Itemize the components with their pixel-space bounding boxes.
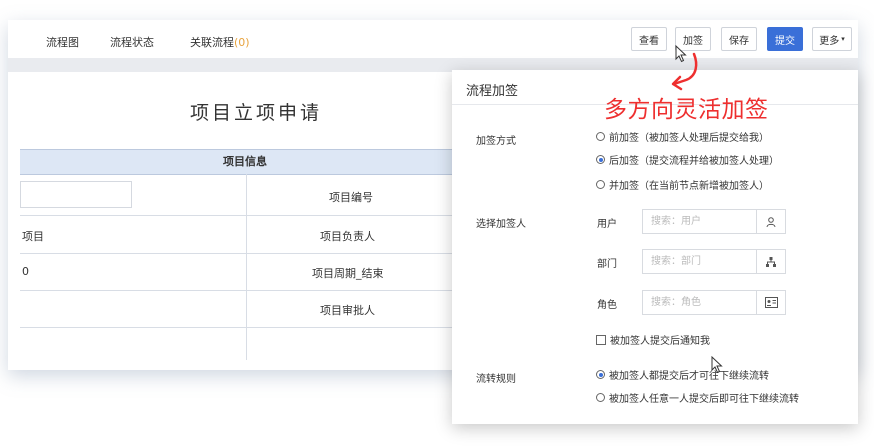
user-search-input[interactable] — [643, 210, 755, 233]
radio-label: 被加签人都提交后才可往下继续流转 — [609, 371, 769, 382]
table-cell: 项目 — [22, 230, 44, 243]
more-dropdown[interactable]: 更多 ▾ — [812, 27, 852, 51]
radio-circle — [596, 132, 605, 141]
related-flows-count: (0) — [234, 36, 250, 49]
radio-circle-checked — [596, 370, 605, 379]
mouse-cursor-icon — [675, 45, 687, 63]
department-search-field[interactable] — [642, 249, 786, 274]
mouse-cursor-icon — [711, 356, 723, 374]
table-row-divider — [20, 215, 470, 216]
table-cell: 0 — [22, 265, 29, 278]
user-picker-label: 用户 — [597, 219, 617, 230]
chevron-down-icon: ▾ — [841, 35, 845, 43]
field-label-project-owner: 项目负责人 — [320, 230, 375, 243]
radio-label: 被加签人任意一人提交后即可往下继续流转 — [609, 394, 799, 405]
radio-label: 前加签（被加签人处理后提交给我） — [609, 133, 769, 144]
field-label-project-number: 项目编号 — [329, 191, 373, 204]
page-title: 项目立项申请 — [190, 102, 323, 124]
tab-flow-status[interactable]: 流程状态 — [110, 34, 154, 50]
radio-circle — [596, 180, 605, 189]
field-label-project-end: 项目周期_结束 — [312, 267, 384, 280]
department-search-input[interactable] — [643, 250, 755, 273]
table-row-divider — [20, 253, 470, 254]
tab-related-flows-label: 关联流程 — [190, 36, 234, 49]
radio-label: 并加签（在当前节点新增被加签人） — [609, 181, 769, 192]
radio-circle — [596, 393, 605, 402]
more-label: 更多 — [819, 35, 840, 47]
table-row-divider — [20, 290, 470, 291]
tab-related-flows[interactable]: 关联流程(0) — [190, 34, 250, 50]
id-card-icon[interactable] — [756, 291, 785, 314]
dialog-title: 流程加签 — [466, 84, 519, 99]
department-picker-label: 部门 — [597, 259, 617, 270]
method-label: 加签方式 — [476, 136, 516, 147]
radio-any-submit[interactable]: 被加签人任意一人提交后即可往下继续流转 — [596, 390, 799, 405]
radio-before-countersign[interactable]: 前加签（被加签人处理后提交给我） — [596, 129, 769, 144]
role-search-field[interactable] — [642, 290, 786, 315]
tab-flowchart[interactable]: 流程图 — [46, 34, 79, 50]
radio-circle-checked — [596, 155, 605, 164]
role-picker-label: 角色 — [597, 300, 617, 311]
checkbox-box — [596, 334, 606, 345]
notify-me-checkbox[interactable]: 被加签人提交后通知我 — [596, 332, 710, 347]
form-value-input[interactable] — [20, 181, 132, 208]
user-icon[interactable] — [756, 210, 785, 233]
radio-label: 后加签（提交流程并给被加签人处理） — [609, 156, 779, 167]
user-search-field[interactable] — [642, 209, 786, 234]
radio-all-submit[interactable]: 被加签人都提交后才可往下继续流转 — [596, 367, 769, 382]
flow-rule-label: 流转规则 — [476, 374, 516, 385]
section-header: 项目信息 — [20, 149, 470, 175]
role-search-input[interactable] — [643, 291, 755, 314]
radio-after-countersign[interactable]: 后加签（提交流程并给被加签人处理） — [596, 152, 779, 167]
radio-parallel-countersign[interactable]: 并加签（在当前节点新增被加签人） — [596, 177, 769, 192]
select-assignee-label: 选择加签人 — [476, 219, 526, 230]
org-chart-icon[interactable] — [756, 250, 785, 273]
table-column-divider — [246, 174, 247, 360]
submit-button[interactable]: 提交 — [767, 27, 803, 51]
field-label-project-approver: 项目审批人 — [320, 304, 375, 317]
save-button[interactable]: 保存 — [721, 27, 757, 51]
notify-label: 被加签人提交后通知我 — [610, 336, 710, 347]
table-row-divider — [20, 327, 470, 328]
